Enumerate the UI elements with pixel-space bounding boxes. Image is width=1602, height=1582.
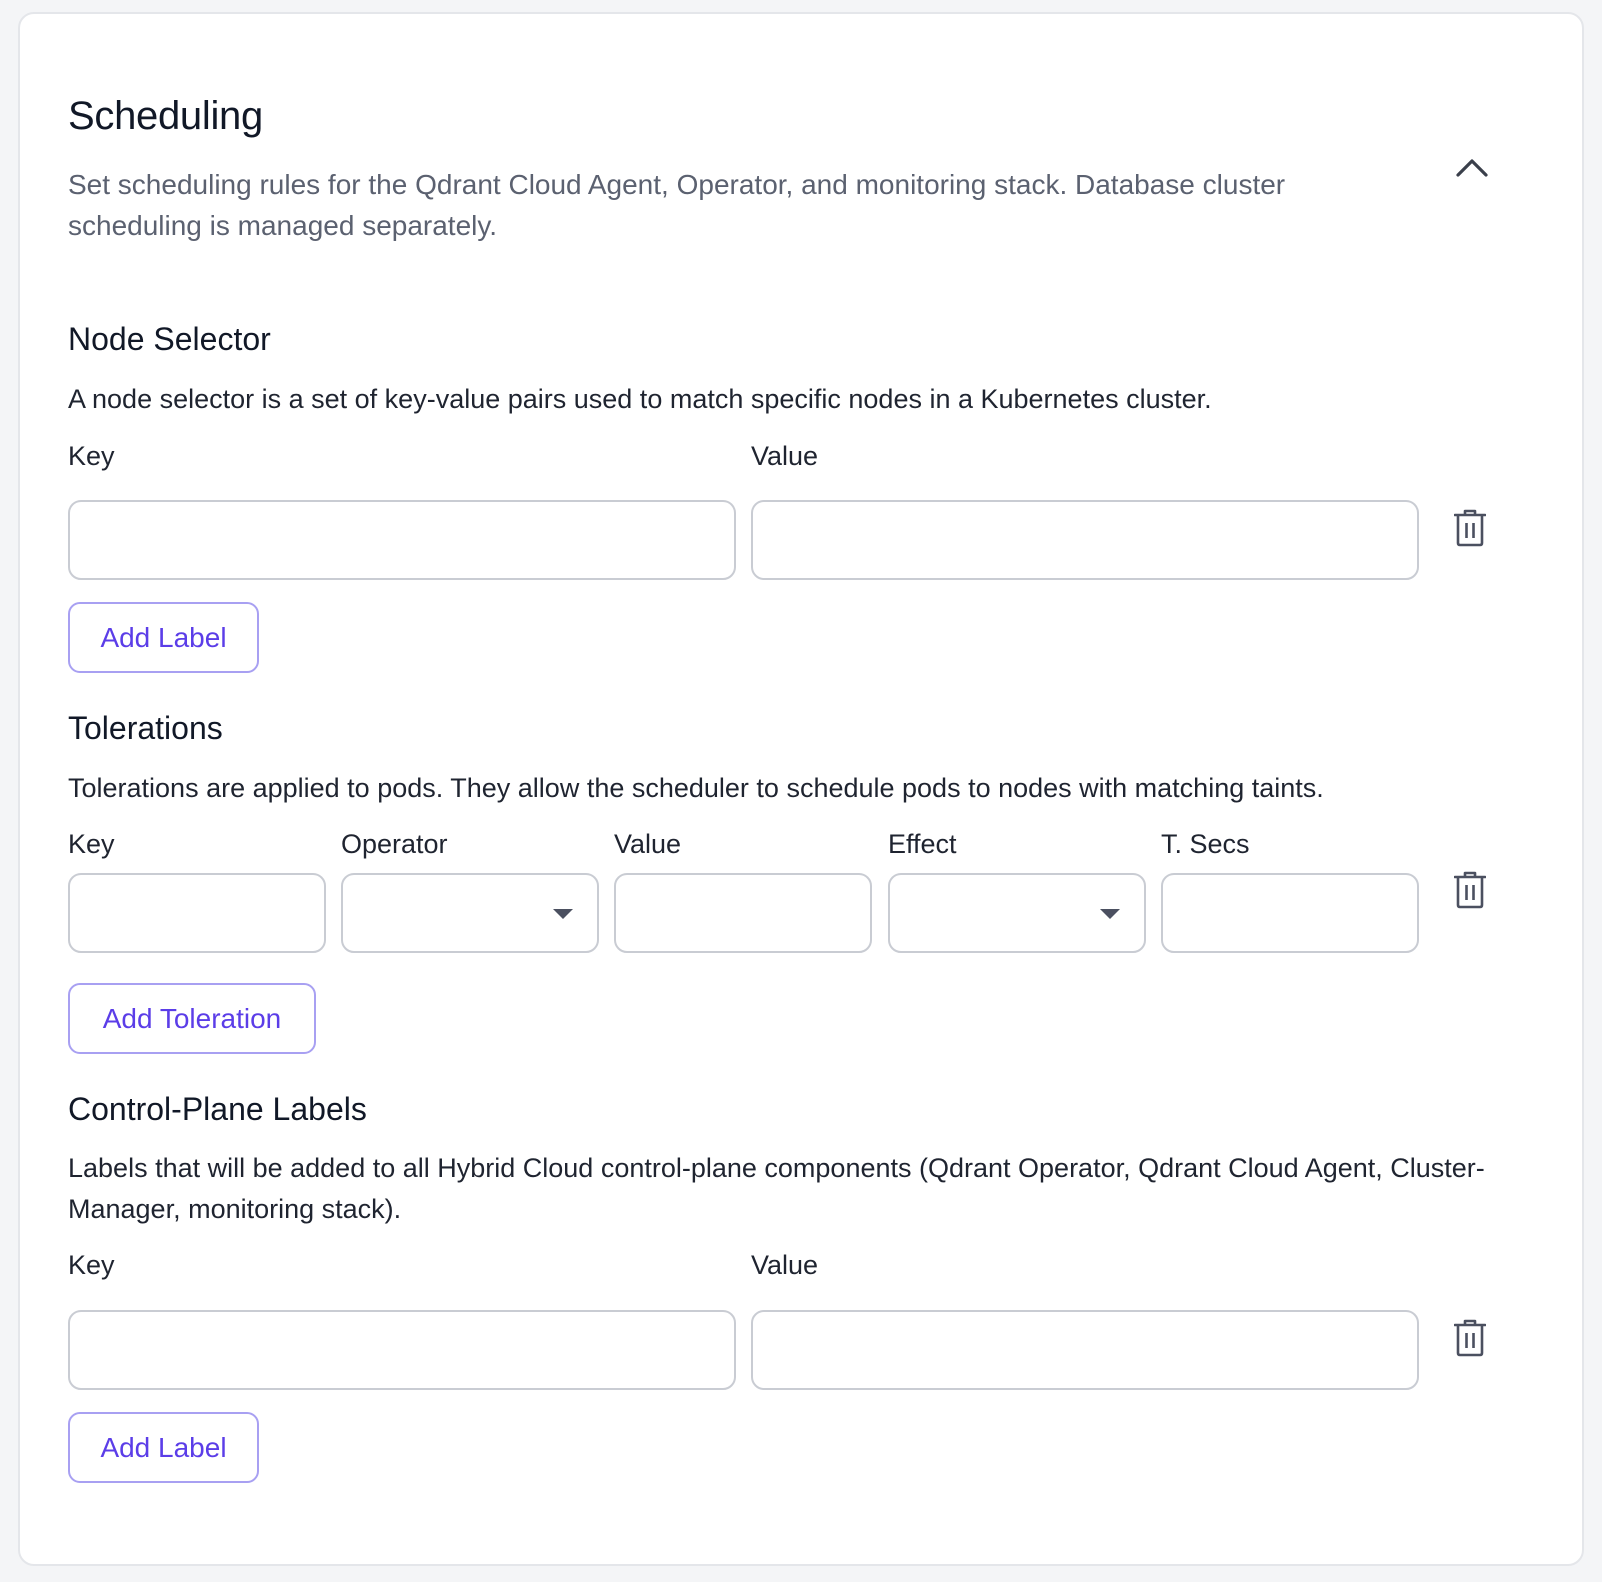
- toleration-key-input[interactable]: [68, 873, 326, 953]
- page-title: Scheduling: [68, 94, 263, 138]
- scheduling-panel: Scheduling Set scheduling rules for the …: [18, 12, 1584, 1566]
- control-plane-labels-description: Labels that will be added to all Hybrid …: [68, 1153, 1485, 1224]
- add-node-label-button[interactable]: Add Label: [68, 602, 259, 673]
- toleration-effect-select[interactable]: [888, 873, 1146, 953]
- control-plane-key-input[interactable]: [68, 1310, 736, 1390]
- toleration-value-input[interactable]: [614, 873, 872, 953]
- add-control-plane-label-button[interactable]: Add Label: [68, 1412, 259, 1483]
- control-plane-value-label: Value: [751, 1250, 819, 1280]
- control-plane-delete-button[interactable]: [1450, 1316, 1490, 1360]
- toleration-value-label: Value: [614, 829, 682, 859]
- control-plane-labels-title: Control-Plane Labels: [68, 1091, 367, 1127]
- toleration-effect-label: Effect: [888, 829, 957, 859]
- add-toleration-button[interactable]: Add Toleration: [68, 983, 316, 1054]
- node-selector-key-label: Key: [68, 441, 115, 471]
- toleration-operator-select[interactable]: [341, 873, 599, 953]
- trash-icon: [1454, 1319, 1486, 1357]
- caret-down-icon: [553, 909, 573, 919]
- control-plane-value-input[interactable]: [751, 1310, 1419, 1390]
- toleration-key-label: Key: [68, 829, 115, 859]
- node-selector-value-label: Value: [751, 441, 819, 471]
- trash-icon: [1454, 871, 1486, 909]
- node-selector-title: Node Selector: [68, 321, 271, 357]
- node-selector-delete-button[interactable]: [1450, 506, 1490, 550]
- tolerations-description: Tolerations are applied to pods. They al…: [68, 773, 1324, 803]
- caret-down-icon: [1100, 909, 1120, 919]
- collapse-button[interactable]: [1450, 146, 1494, 190]
- control-plane-key-label: Key: [68, 1250, 115, 1280]
- page-subtitle: Set scheduling rules for the Qdrant Clou…: [68, 169, 1286, 241]
- toleration-operator-label: Operator: [341, 829, 448, 859]
- node-selector-key-input[interactable]: [68, 500, 736, 580]
- node-selector-value-input[interactable]: [751, 500, 1419, 580]
- toleration-seconds-label: T. Secs: [1161, 829, 1250, 859]
- chevron-up-icon: [1456, 159, 1488, 177]
- node-selector-description: A node selector is a set of key-value pa…: [68, 384, 1212, 414]
- toleration-seconds-input[interactable]: [1161, 873, 1419, 953]
- trash-icon: [1454, 509, 1486, 547]
- tolerations-title: Tolerations: [68, 710, 223, 746]
- toleration-delete-button[interactable]: [1450, 868, 1490, 912]
